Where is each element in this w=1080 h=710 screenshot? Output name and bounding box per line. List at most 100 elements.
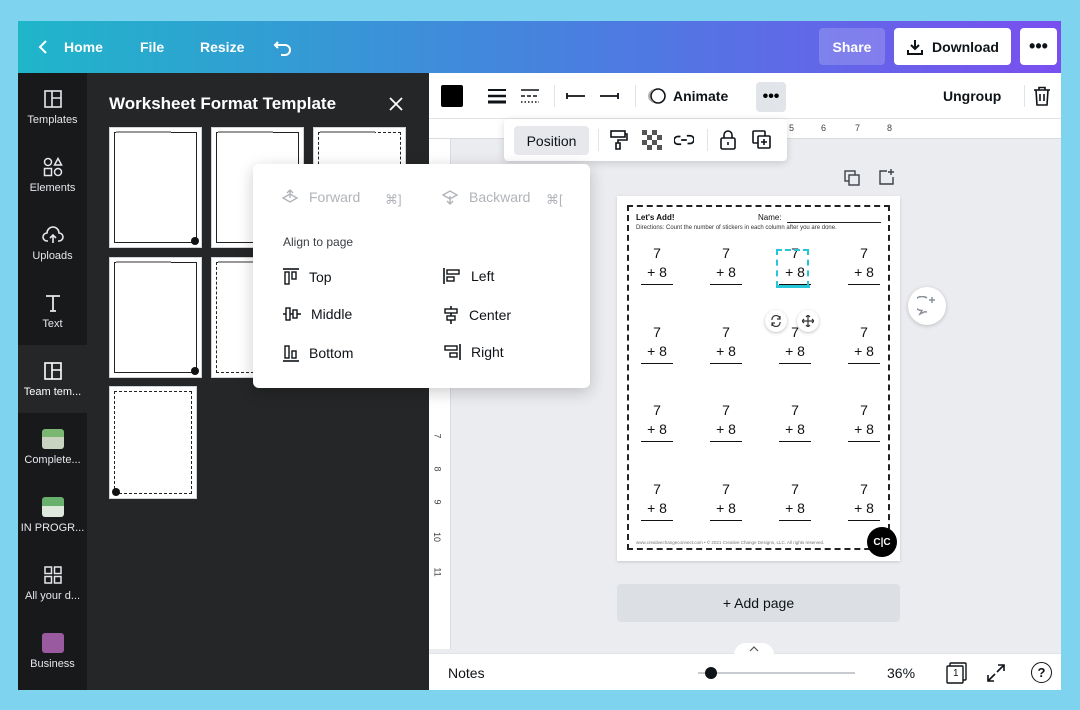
addition-problem[interactable]: 7 + 8	[847, 480, 881, 521]
addition-problem[interactable]: 7 + 8	[847, 401, 881, 442]
line-weight-button[interactable]	[487, 73, 507, 119]
undo-button[interactable]	[273, 21, 293, 73]
addition-problem[interactable]: 7 + 8	[640, 323, 674, 364]
addition-problem[interactable]: 7 + 8	[640, 401, 674, 442]
download-button[interactable]: Download	[894, 28, 1011, 65]
template-thumbnail[interactable]	[109, 257, 202, 378]
add-comment-button[interactable]	[908, 287, 946, 325]
align-right-option[interactable]: Right	[443, 344, 504, 360]
answer-line	[710, 284, 742, 285]
ungroup-button[interactable]: Ungroup	[943, 73, 1001, 119]
color-swatch[interactable]	[441, 85, 463, 107]
line-style-button[interactable]	[520, 73, 540, 119]
line-start-button[interactable]	[566, 73, 586, 119]
more-options-button[interactable]: •••	[1020, 28, 1057, 65]
transparency-icon	[642, 130, 662, 150]
worksheet-footer[interactable]: www.creativechangeconnect.com • © 2021 C…	[636, 540, 824, 545]
backward-shortcut: ⌘[	[546, 192, 563, 207]
addition-problem[interactable]: 7 + 8	[847, 244, 881, 285]
align-top-option[interactable]: Top	[283, 268, 332, 286]
zoom-slider[interactable]	[698, 667, 855, 679]
answer-line	[779, 520, 811, 521]
notes-button[interactable]: Notes	[448, 665, 485, 681]
rail-item-in-progress-folder[interactable]: IN PROGR...	[18, 481, 87, 549]
duplicate-page-button[interactable]	[844, 170, 860, 191]
rail-label: Team tem...	[23, 386, 82, 398]
download-icon	[907, 39, 924, 55]
copy-style-button[interactable]	[610, 130, 628, 155]
duplicate-button[interactable]	[752, 130, 772, 155]
rail-item-templates[interactable]: Templates	[18, 73, 87, 141]
align-bottom-label: Bottom	[309, 345, 354, 361]
toolbar-more-button[interactable]: •••	[756, 82, 786, 112]
worksheet-title[interactable]: Let's Add!	[636, 213, 675, 222]
align-left-option[interactable]: Left	[443, 268, 494, 284]
resize-menu[interactable]: Resize	[200, 21, 244, 73]
addition-problem[interactable]: 7 + 8	[709, 401, 743, 442]
answer-line	[710, 520, 742, 521]
problem-bottom-number: + 8	[785, 343, 805, 359]
lock-button[interactable]	[720, 130, 736, 155]
backward-option[interactable]: Backward	[441, 189, 530, 205]
addition-problem[interactable]: 7 + 8	[778, 401, 812, 442]
share-button[interactable]: Share	[819, 28, 885, 65]
brand-logo[interactable]: C|C	[867, 527, 897, 557]
rail-item-team-templates[interactable]: Team tem...	[18, 345, 87, 413]
addition-problem[interactable]: 7 + 8	[709, 244, 743, 285]
help-button[interactable]: ?	[1031, 662, 1052, 683]
expand-icon	[987, 664, 1005, 682]
problem-top-number: 7	[791, 481, 799, 497]
align-center-option[interactable]: Center	[443, 306, 511, 324]
rotate-handle[interactable]	[765, 310, 787, 332]
position-button[interactable]: Position	[514, 126, 589, 155]
transparency-button[interactable]	[642, 130, 662, 155]
rail-item-business[interactable]: Business	[18, 617, 87, 685]
answer-line	[848, 441, 880, 442]
file-menu[interactable]: File	[140, 21, 164, 73]
rail-item-elements[interactable]: Elements	[18, 141, 87, 209]
addition-problem[interactable]: 7 + 8	[640, 480, 674, 521]
backward-label: Backward	[469, 189, 531, 205]
fullscreen-button[interactable]	[987, 664, 1005, 687]
collapse-pages-button[interactable]	[734, 643, 774, 655]
template-thumbnail[interactable]	[109, 127, 202, 248]
line-end-button[interactable]	[599, 73, 619, 119]
toolbar-divider	[598, 129, 599, 151]
link-button[interactable]	[673, 130, 695, 155]
template-thumbnail[interactable]	[109, 386, 197, 499]
worksheet-directions[interactable]: Directions: Count the number of stickers…	[636, 225, 837, 231]
worksheet-name-label[interactable]: Name:	[758, 213, 782, 222]
rail-item-complete-folder[interactable]: Complete...	[18, 413, 87, 481]
design-page[interactable]: Let's Add! Name: Directions: Count the n…	[617, 196, 900, 561]
page-count-button[interactable]: 1	[946, 662, 968, 689]
rail-item-all-designs[interactable]: All your d...	[18, 549, 87, 617]
folder-thumbnail	[41, 497, 64, 517]
close-panel-button[interactable]	[389, 97, 403, 116]
problem-bottom-number: + 8	[647, 343, 667, 359]
zoom-slider-knob[interactable]	[705, 667, 718, 679]
add-page-button[interactable]: + Add page	[617, 584, 900, 622]
align-heading: Align to page	[283, 235, 354, 249]
rail-label: Business	[30, 658, 75, 670]
ruler-number: 11	[432, 567, 443, 577]
rail-item-uploads[interactable]: Uploads	[18, 209, 87, 277]
align-bottom-option[interactable]: Bottom	[283, 344, 353, 362]
zoom-level[interactable]: 36%	[887, 665, 915, 681]
move-handle[interactable]	[797, 310, 819, 332]
addition-problem[interactable]: 7 + 8	[709, 480, 743, 521]
addition-problem[interactable]: 7 + 8	[778, 480, 812, 521]
problem-bottom-number: + 8	[854, 500, 874, 516]
forward-option[interactable]: Forward	[281, 189, 360, 205]
addition-problem[interactable]: 7 + 8	[640, 244, 674, 285]
selection-box[interactable]	[776, 249, 809, 287]
add-page-icon-button[interactable]	[878, 168, 896, 191]
align-middle-option[interactable]: Middle	[283, 306, 352, 322]
problem-top-number: 7	[860, 481, 868, 497]
home-link[interactable]: Home	[38, 21, 103, 73]
addition-problem[interactable]: 7 + 8	[847, 323, 881, 364]
delete-button[interactable]	[1033, 73, 1051, 119]
selection-handle[interactable]	[776, 285, 810, 288]
animate-button[interactable]: Animate	[647, 73, 728, 119]
addition-problem[interactable]: 7 + 8	[709, 323, 743, 364]
rail-item-text[interactable]: Text	[18, 277, 87, 345]
